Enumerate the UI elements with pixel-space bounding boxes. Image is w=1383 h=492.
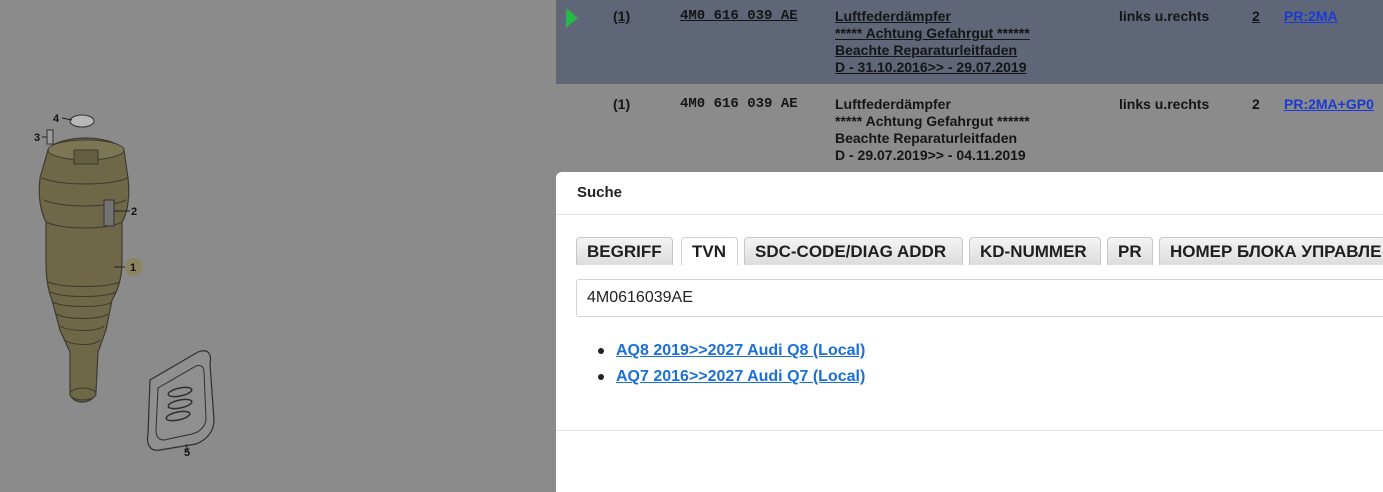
side-cell: links u.rechts xyxy=(1119,8,1210,24)
search-results: AQ8 2019>>2027 Audi Q8 (Local) AQ7 2016>… xyxy=(598,342,865,394)
part-number-cell: 4M0 616 039 AE xyxy=(680,96,798,112)
search-dialog: Suche BEGRIFF TVN SDC-CODE/DIAG ADDR KD-… xyxy=(556,172,1383,492)
qty-cell: (1) xyxy=(613,8,631,24)
description-cell: Luftfederdämpfer ***** Achtung Gefahrgut… xyxy=(835,8,1030,76)
description-cell: Luftfederdämpfer ***** Achtung Gefahrgut… xyxy=(835,96,1030,164)
tab-control-unit-number[interactable]: НОМЕР БЛОКА УПРАВЛЕ xyxy=(1159,237,1383,265)
bullet-icon xyxy=(598,348,604,354)
pr-link[interactable]: PR:2MA+GP0 xyxy=(1284,96,1374,113)
list-item: AQ8 2019>>2027 Audi Q8 (Local) xyxy=(598,342,865,368)
callout-3[interactable]: 3 xyxy=(34,132,40,144)
tab-sdc-code[interactable]: SDC-CODE/DIAG ADDR xyxy=(744,237,963,265)
description-line: Beachte Reparaturleitfaden xyxy=(835,42,1018,58)
description-line: Beachte Reparaturleitfaden xyxy=(835,130,1018,146)
description-line: Luftfederdämpfer xyxy=(835,8,951,24)
table-row[interactable]: (1) 4M0 616 039 AE Luftfederdämpfer ****… xyxy=(556,0,1383,84)
bullet-icon xyxy=(598,374,604,380)
callout-5[interactable]: 5 xyxy=(184,447,190,459)
callout-1[interactable]: 1 xyxy=(130,262,136,274)
air-strut-illustration: 1 2 3 4 5 xyxy=(34,113,215,459)
table-row[interactable]: (1) 4M0 616 039 AE Luftfederdämpfer ****… xyxy=(556,86,1383,170)
tab-tvn[interactable]: TVN xyxy=(681,237,738,265)
dialog-title: Suche xyxy=(577,184,623,201)
callout-4[interactable]: 4 xyxy=(53,113,60,125)
part-number-cell: 4M0 616 039 AE xyxy=(680,8,798,24)
description-line: D - 31.10.2016>> - 29.07.2019 xyxy=(835,59,1027,75)
pr-link[interactable]: PR:2MA xyxy=(1284,8,1338,25)
search-input[interactable] xyxy=(576,279,1383,317)
list-item: AQ7 2016>>2027 Audi Q7 (Local) xyxy=(598,368,865,394)
parts-diagram[interactable]: 1 2 3 4 5 xyxy=(0,0,555,492)
selected-row-arrow-icon xyxy=(566,8,578,28)
count-cell: 2 xyxy=(1252,8,1260,24)
result-link-aq8[interactable]: AQ8 2019>>2027 Audi Q8 (Local) xyxy=(616,342,865,359)
count-cell: 2 xyxy=(1252,96,1260,112)
dialog-divider xyxy=(556,430,1383,431)
description-line: ***** Achtung Gefahrgut ****** xyxy=(835,113,1030,129)
tab-kd-nummer[interactable]: KD-NUMMER xyxy=(969,237,1101,265)
side-cell: links u.rechts xyxy=(1119,96,1210,112)
result-link-aq7[interactable]: AQ7 2016>>2027 Audi Q7 (Local) xyxy=(616,368,865,385)
description-line: D - 29.07.2019>> - 04.11.2019 xyxy=(835,147,1026,163)
callout-2[interactable]: 2 xyxy=(131,206,137,218)
description-line: ***** Achtung Gefahrgut ****** xyxy=(835,25,1030,41)
parts-table: (1) 4M0 616 039 AE Luftfederdämpfer ****… xyxy=(556,0,1383,172)
description-line: Luftfederdämpfer xyxy=(835,96,951,112)
tab-begriff[interactable]: BEGRIFF xyxy=(576,237,673,265)
dialog-header: Suche xyxy=(556,172,1383,215)
tab-pr[interactable]: PR xyxy=(1107,237,1153,265)
qty-cell: (1) xyxy=(613,96,631,112)
